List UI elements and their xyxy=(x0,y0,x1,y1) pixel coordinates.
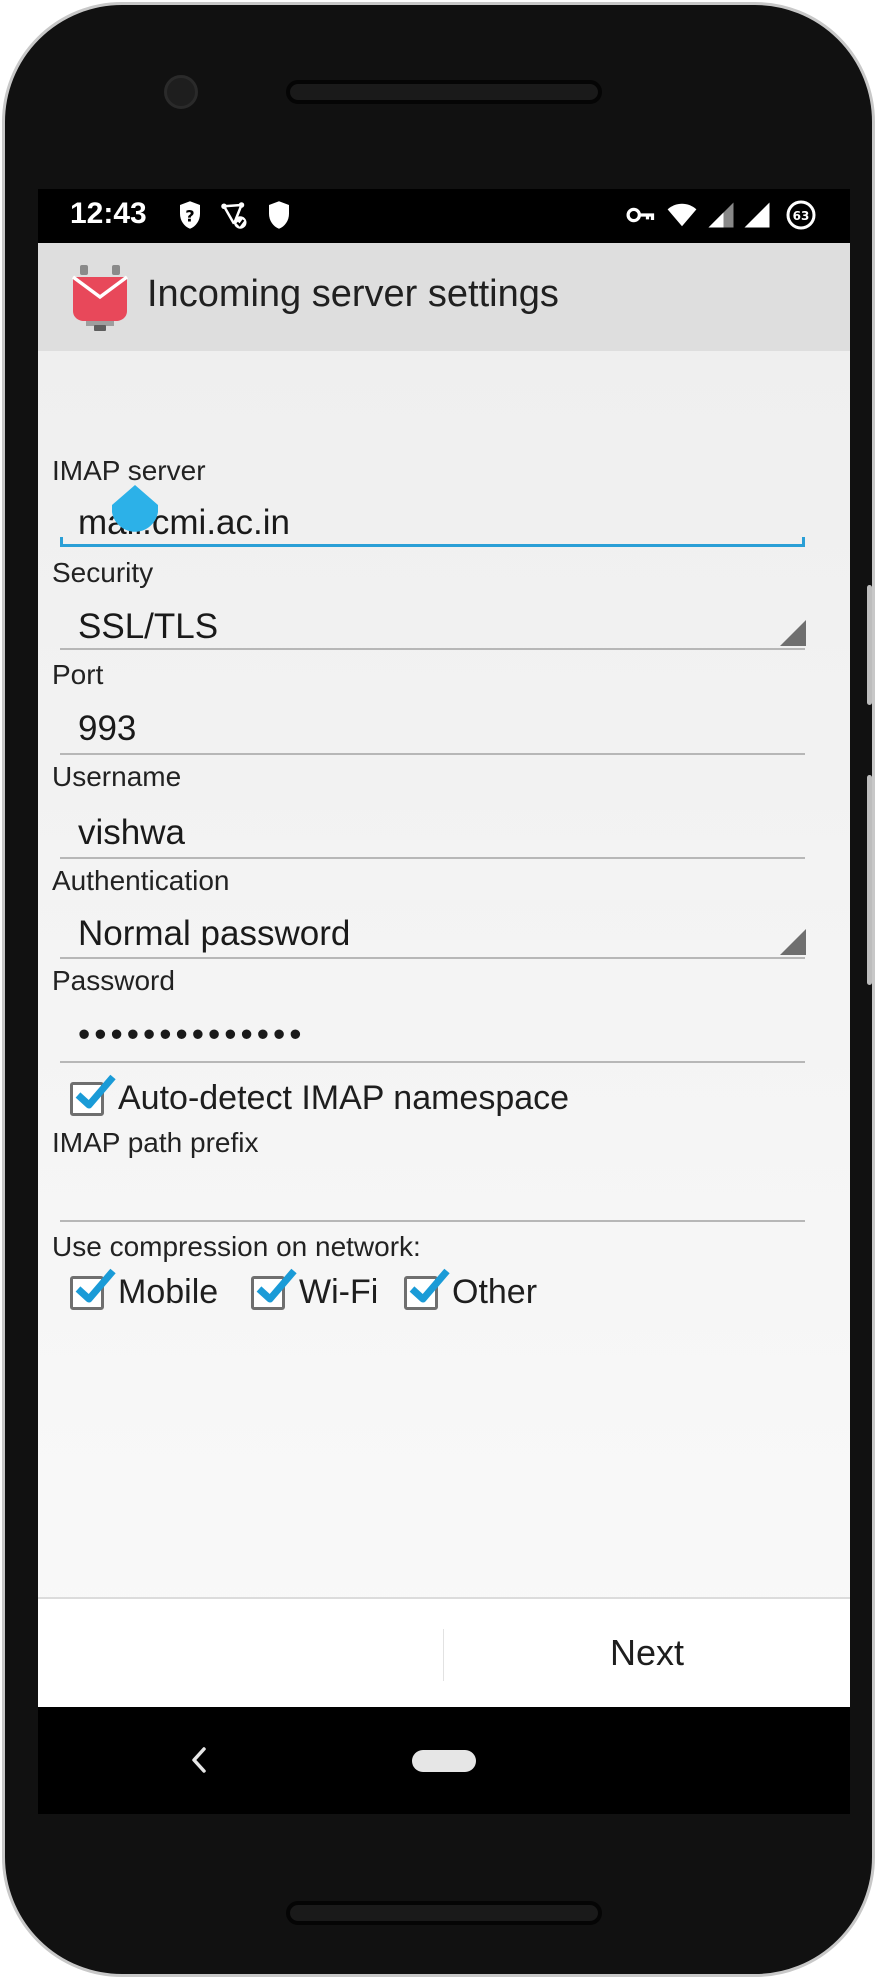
network-check-icon xyxy=(219,200,249,230)
power-button xyxy=(867,585,872,705)
shield-icon xyxy=(264,200,294,230)
other-checkbox-box[interactable] xyxy=(404,1268,450,1310)
security-underline xyxy=(60,648,805,650)
battery-icon: 63 xyxy=(786,200,816,230)
battery-level: 63 xyxy=(793,209,810,223)
imap-server-label: IMAP server xyxy=(52,455,206,486)
bottom-action-bar: Next xyxy=(38,1597,850,1707)
mobile-checkbox-box[interactable] xyxy=(70,1268,116,1310)
compression-other-checkbox[interactable]: Other xyxy=(404,1268,538,1312)
security-spinner[interactable]: SSL/TLS xyxy=(78,607,218,647)
auto-detect-checkbox-box[interactable] xyxy=(70,1074,116,1116)
checkmark-icon xyxy=(256,1268,297,1302)
security-dropdown-icon[interactable] xyxy=(780,620,806,646)
screen: 12:43 ? 63 Incoming server settings IMAP… xyxy=(38,189,850,1814)
password-input[interactable]: •••••••••••••• xyxy=(78,1015,306,1055)
svg-text:?: ? xyxy=(185,206,194,225)
front-camera xyxy=(164,75,198,109)
wifi-icon xyxy=(667,200,697,230)
auto-detect-label: Auto-detect IMAP namespace xyxy=(118,1079,570,1117)
password-label: Password xyxy=(52,965,175,996)
password-underline xyxy=(60,1061,805,1063)
text-cursor-handle[interactable] xyxy=(112,485,158,535)
wifi-label: Wi-Fi xyxy=(299,1273,379,1311)
back-icon[interactable] xyxy=(184,1743,214,1777)
checkmark-icon xyxy=(75,1074,116,1108)
checkmark-icon xyxy=(75,1268,116,1302)
phone-frame: 12:43 ? 63 Incoming server settings IMAP… xyxy=(2,2,875,1977)
mobile-label: Mobile xyxy=(118,1273,219,1311)
auto-detect-namespace-checkbox[interactable]: Auto-detect IMAP namespace xyxy=(70,1074,570,1118)
authentication-spinner[interactable]: Normal password xyxy=(78,914,350,954)
compression-wifi-checkbox[interactable]: Wi-Fi xyxy=(251,1268,379,1312)
status-bar: 12:43 ? 63 xyxy=(38,189,850,243)
imap-server-input[interactable]: mail.cmi.ac.in xyxy=(78,503,290,543)
status-time: 12:43 xyxy=(70,197,147,230)
authentication-underline xyxy=(60,957,805,959)
compression-mobile-checkbox[interactable]: Mobile xyxy=(70,1268,219,1312)
app-logo-icon xyxy=(70,265,130,331)
compression-label: Use compression on network: xyxy=(52,1231,421,1262)
authentication-label: Authentication xyxy=(52,865,230,896)
bottom-speaker xyxy=(286,1901,602,1925)
top-speaker xyxy=(286,80,602,104)
authentication-dropdown-icon[interactable] xyxy=(780,929,806,955)
username-label: Username xyxy=(52,761,182,792)
port-input[interactable]: 993 xyxy=(78,709,136,749)
path-prefix-underline xyxy=(60,1220,805,1222)
username-underline xyxy=(60,857,805,859)
next-button[interactable]: Next xyxy=(444,1599,850,1707)
app-bar: Incoming server settings xyxy=(38,243,850,351)
signal-icon xyxy=(706,200,736,230)
page-title: Incoming server settings xyxy=(147,273,559,315)
port-label: Port xyxy=(52,659,104,690)
security-label: Security xyxy=(52,557,154,588)
shield-question-icon: ? xyxy=(175,200,205,230)
checkmark-icon xyxy=(409,1268,450,1302)
volume-button xyxy=(867,775,872,985)
vpn-key-icon xyxy=(625,200,655,230)
other-label: Other xyxy=(452,1273,538,1311)
port-underline xyxy=(60,753,805,755)
navigation-bar xyxy=(38,1707,850,1814)
imap-server-underline xyxy=(60,537,805,547)
username-input[interactable]: vishwa xyxy=(78,813,185,853)
settings-form: IMAP server mail.cmi.ac.in Security SSL/… xyxy=(38,351,850,1781)
wifi-checkbox-box[interactable] xyxy=(251,1268,297,1310)
signal-full-icon xyxy=(742,200,772,230)
home-button[interactable] xyxy=(412,1750,476,1772)
path-prefix-label: IMAP path prefix xyxy=(52,1127,259,1158)
